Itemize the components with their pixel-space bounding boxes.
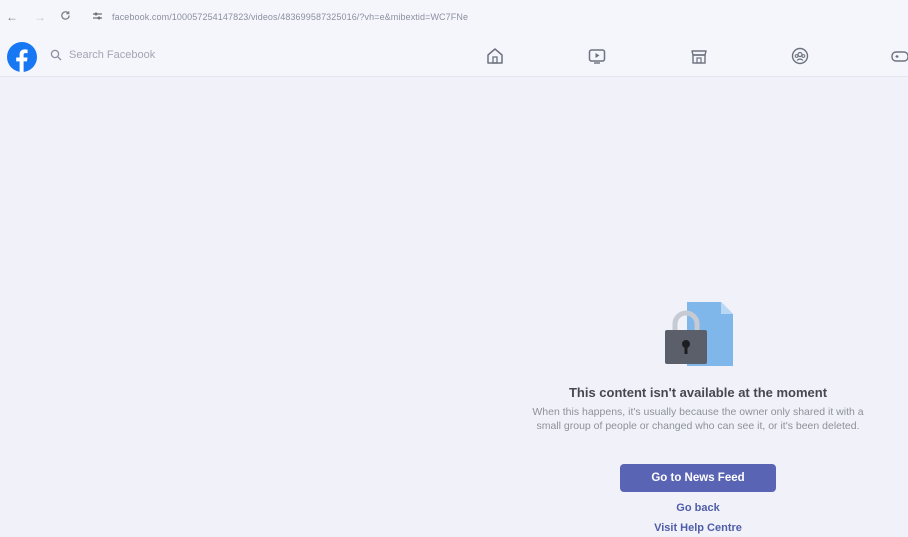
video-icon[interactable] — [587, 46, 607, 66]
lock-icon — [665, 302, 733, 366]
page-title: This content isn't available at the mome… — [568, 385, 828, 400]
facebook-header: Search Facebook — [0, 36, 908, 77]
search-bar[interactable]: Search Facebook — [50, 49, 155, 61]
search-icon — [50, 49, 62, 61]
go-back-link[interactable]: Go back — [620, 502, 776, 514]
browser-address-bar: ← → facebook.com/100057254147823/videos/… — [0, 0, 908, 36]
facebook-logo[interactable] — [7, 42, 37, 72]
visit-help-centre-link[interactable]: Visit Help Centre — [620, 522, 776, 534]
groups-icon[interactable] — [790, 46, 810, 66]
home-icon[interactable] — [485, 46, 505, 66]
gaming-icon[interactable] — [890, 46, 908, 66]
back-arrow-icon[interactable]: ← — [6, 10, 18, 24]
site-settings-icon[interactable] — [92, 11, 103, 24]
go-to-news-feed-button[interactable]: Go to News Feed — [620, 464, 776, 492]
url-field[interactable]: facebook.com/100057254147823/videos/4836… — [112, 12, 468, 22]
marketplace-icon[interactable] — [689, 46, 709, 66]
error-description: When this happens, it's usually because … — [532, 406, 864, 432]
forward-arrow-icon[interactable]: → — [34, 10, 46, 24]
search-input[interactable]: Search Facebook — [69, 49, 155, 61]
reload-icon[interactable] — [60, 10, 71, 24]
